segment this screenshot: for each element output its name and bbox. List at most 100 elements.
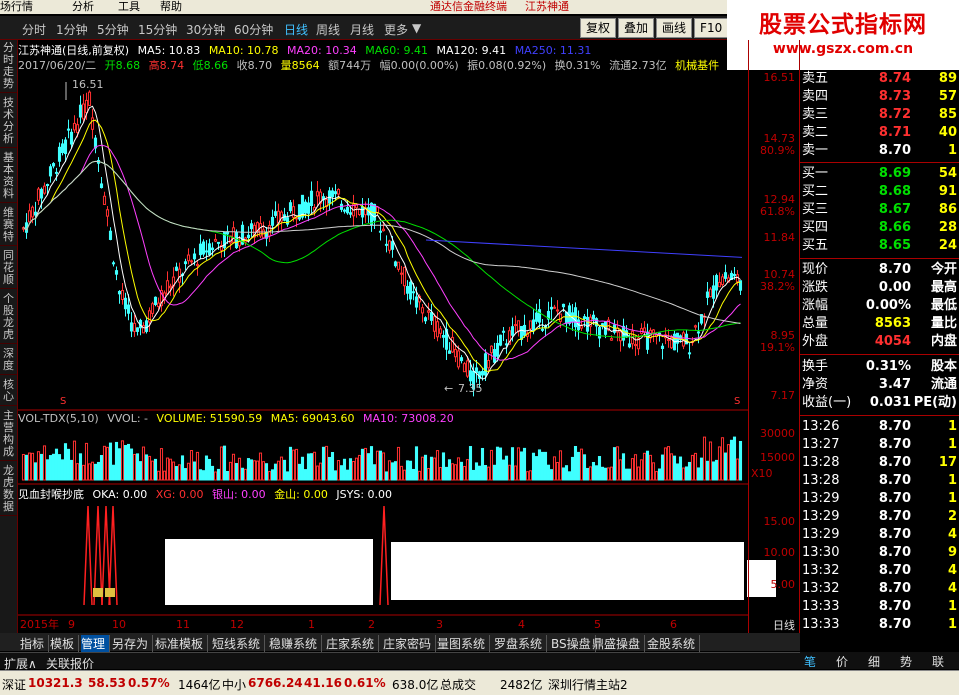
left-nav-item-longhu-data[interactable]: 龙虎数据 [0, 463, 17, 516]
f10-button[interactable]: F10 [694, 18, 729, 38]
volume-bar [195, 451, 200, 481]
tick-vol: 1 [947, 491, 957, 506]
candle-body [459, 357, 464, 362]
tick-time: 13:29 [802, 509, 840, 524]
volume-bar [606, 467, 611, 481]
x-mode-label[interactable]: 日线 [773, 617, 795, 633]
left-nav-item-weisaite[interactable]: 维赛特 [0, 205, 17, 246]
tab-short-system[interactable]: 短线系统 [212, 635, 266, 652]
overlay-button[interactable]: 叠加 [618, 18, 655, 38]
ask-label: 卖三 [802, 107, 829, 122]
tab-dealer-password[interactable]: 庄家密码 [383, 635, 437, 652]
volume-bar [510, 447, 515, 481]
period-tab-daily[interactable]: 日线 [284, 21, 308, 38]
candle-body [414, 296, 419, 308]
candle-body [474, 367, 479, 373]
bottom-tabs: 指标 模板 管理 另存为 标准模板 短线系统 稳赚系统 庄家系统 庄家密码 量图… [0, 633, 800, 652]
tick-time: 13:29 [802, 491, 840, 506]
stat2-row: 换手 0.31% 股本 [800, 358, 959, 376]
tab-dingsheng[interactable]: 鼎盛操盘 [592, 635, 646, 652]
left-nav-item-depth[interactable]: 深度 [0, 346, 17, 375]
quote-tab-linked[interactable]: 联 [932, 653, 944, 670]
xg-value: XG: 0.00 [155, 488, 204, 501]
volume-bar [633, 454, 638, 481]
adjust-button[interactable]: 复权 [580, 18, 617, 38]
left-nav-item-fundamental[interactable]: 基本资料 [0, 150, 17, 203]
candle-body [42, 185, 47, 194]
period-tab-30min[interactable]: 30分钟 [186, 21, 225, 38]
volume-bar [558, 450, 563, 481]
stat-right-label: 今开 [930, 262, 957, 277]
tab-indicator[interactable]: 指标 [20, 635, 50, 652]
left-nav-item-longhu[interactable]: 个股龙虎 [0, 291, 17, 344]
quote-tab-trend[interactable]: 势 [900, 653, 912, 670]
volume-bar [675, 463, 680, 481]
period-tab-more[interactable]: 更多 [384, 21, 408, 38]
tick-price: 8.70 [878, 437, 911, 452]
volume-bar [213, 471, 218, 481]
stat-right-label: 流通 [930, 377, 957, 392]
candle-body [387, 240, 392, 251]
candle-body [30, 206, 35, 218]
period-tab-15min[interactable]: 15分钟 [138, 21, 177, 38]
left-nav-item-technical[interactable]: 技术分析 [0, 95, 17, 148]
volume-bar [222, 445, 227, 481]
bar-high: 高8.74 [148, 59, 185, 72]
tab-compass-system[interactable]: 罗盘系统 [494, 635, 548, 652]
menu-item-help[interactable]: 帮助 [160, 0, 182, 14]
left-nav-item-core[interactable]: 核心 [0, 377, 17, 406]
tab-dealer-system[interactable]: 庄家系统 [326, 635, 380, 652]
volume-bar [225, 470, 230, 481]
tab-manage[interactable]: 管理 [81, 635, 111, 652]
stat-value: 8563 [874, 316, 911, 331]
left-nav-item-tonghuashun[interactable]: 同花顺 [0, 248, 17, 289]
volume-bar [318, 462, 323, 481]
bid-price: 8.68 [878, 184, 911, 199]
tab-saveas[interactable]: 另存为 [112, 635, 154, 652]
stat-row: 外盘 4054 内盘 [800, 333, 959, 351]
stat-value: 0.31% [865, 359, 911, 374]
tab-standard-template[interactable]: 标准模板 [155, 635, 209, 652]
candle-body [504, 343, 509, 346]
period-tab-5min[interactable]: 5分钟 [97, 21, 129, 38]
ask-row-5: 卖五 8.74 89 [800, 70, 959, 88]
period-tab-60min[interactable]: 60分钟 [234, 21, 273, 38]
volume-bar [156, 470, 161, 481]
left-nav-item-intraday[interactable]: 分时走势 [0, 40, 17, 93]
draw-line-button[interactable]: 画线 [656, 18, 693, 38]
stat-label: 收益(一) [802, 395, 852, 410]
volume-bar [723, 452, 728, 481]
candle-body [585, 316, 590, 332]
candle-body [501, 330, 506, 333]
tab-bs-trading[interactable]: BS操盘 [551, 635, 596, 652]
tab-volume-system[interactable]: 量图系统 [437, 635, 491, 652]
candle-body [27, 210, 32, 223]
period-tab-monthly[interactable]: 月线 [350, 21, 374, 38]
bar-low: 低8.66 [192, 59, 229, 72]
volume-bar [681, 467, 686, 481]
volume-bar [384, 471, 389, 481]
menu-item-market[interactable]: 场行情 [0, 0, 33, 14]
volume-bar [552, 456, 557, 481]
candle-body [150, 303, 155, 314]
tab-golden-stock[interactable]: 金股系统 [647, 635, 701, 652]
tab-template[interactable]: 模板 [50, 635, 80, 652]
status-bar: 深证 10321.3 58.53 0.57% 1464亿 中小 6766.24 … [0, 670, 959, 695]
period-tab-weekly[interactable]: 周线 [316, 21, 340, 38]
redaction-box [165, 539, 373, 605]
quote-tab-detail[interactable]: 细 [868, 653, 880, 670]
tab-steady-system[interactable]: 稳赚系统 [269, 635, 323, 652]
period-tab-1min[interactable]: 1分钟 [56, 21, 88, 38]
candle-body [51, 163, 56, 167]
menu-item-tools[interactable]: 工具 [118, 0, 140, 14]
volume-bar [108, 442, 113, 481]
quote-tab-tick[interactable]: 笔 [804, 653, 816, 670]
period-tab-fenshi[interactable]: 分时 [22, 21, 46, 38]
menu-item-analysis[interactable]: 分析 [72, 0, 94, 14]
candle-body [480, 371, 485, 376]
quote-tab-price[interactable]: 价 [836, 653, 848, 670]
bid-price: 8.69 [878, 166, 911, 181]
left-nav-item-business[interactable]: 主营构成 [0, 408, 17, 461]
more-chevron-icon[interactable]: ▼ [412, 21, 421, 35]
tick-price: 8.70 [878, 599, 911, 614]
